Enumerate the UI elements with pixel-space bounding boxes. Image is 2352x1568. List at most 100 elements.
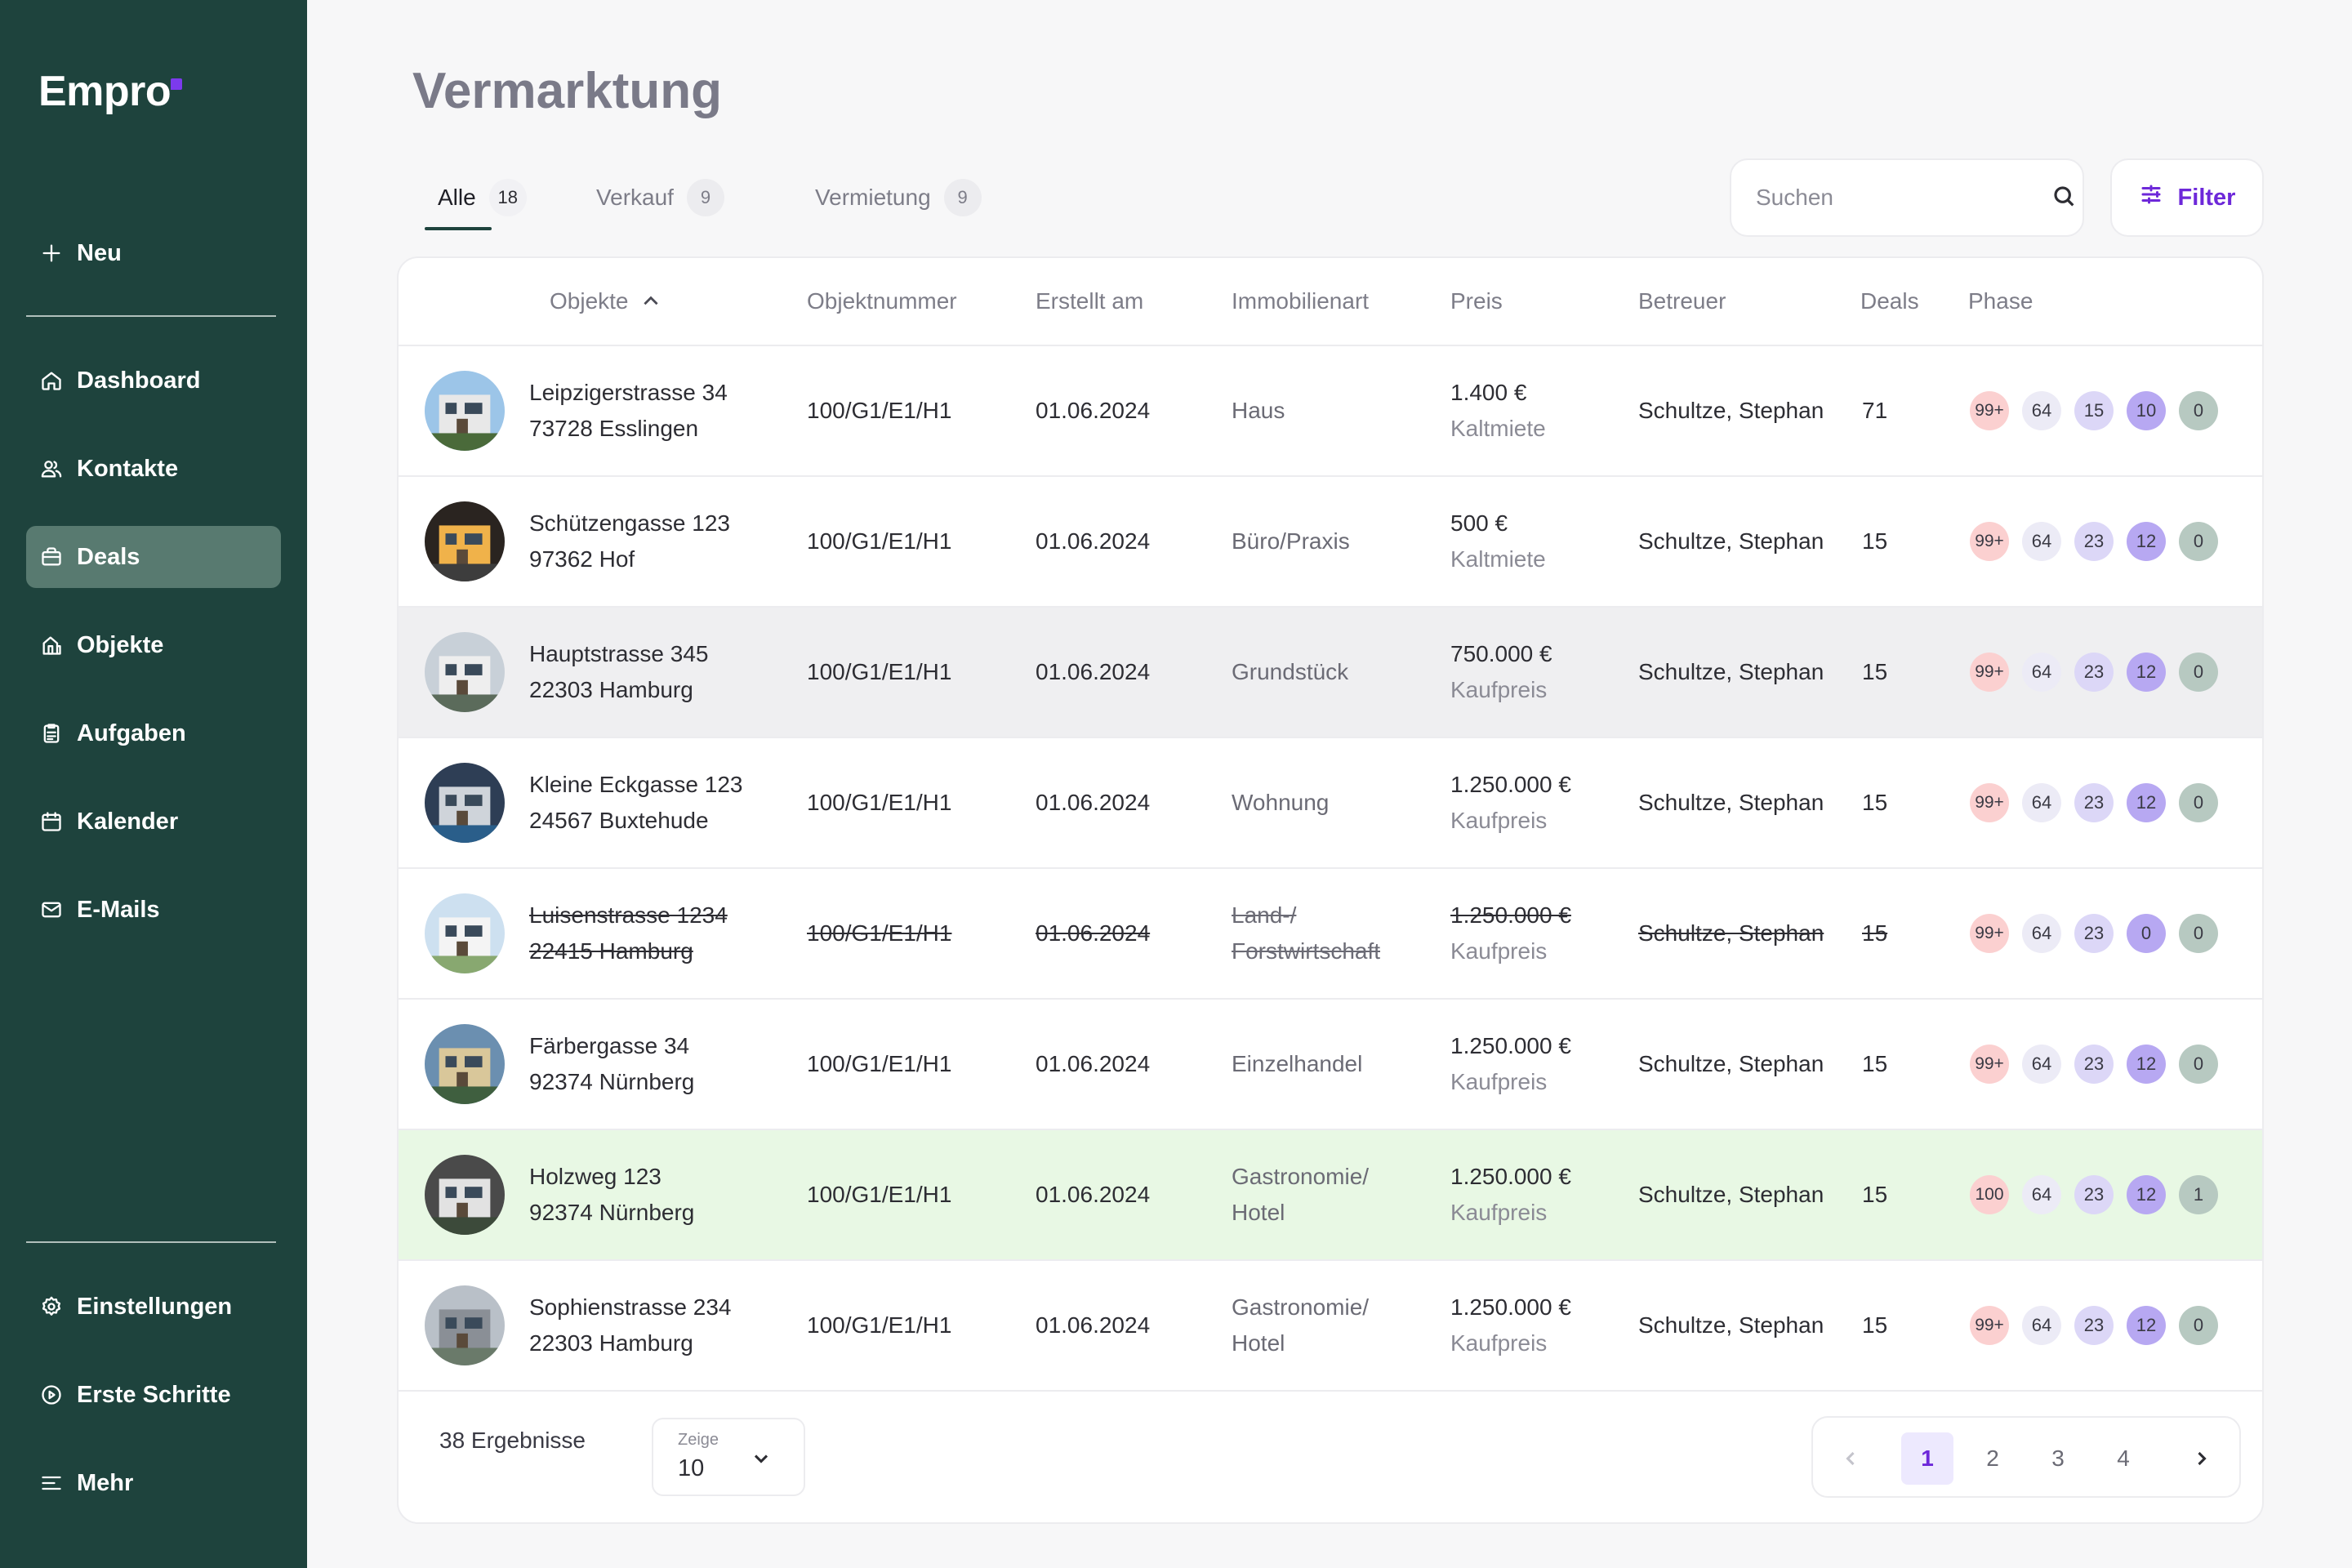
column-header-betreuer[interactable]: Betreuer bbox=[1638, 258, 1726, 345]
search-box[interactable] bbox=[1730, 158, 2084, 237]
table-row[interactable]: Sophienstrasse 234 22303 Hamburg 100/G1/… bbox=[399, 1261, 2262, 1392]
page-button-1[interactable]: 1 bbox=[1901, 1432, 1953, 1485]
phase-badges: 99+ 64 23 12 0 bbox=[1970, 1045, 2218, 1084]
sidebar-item-e-mails[interactable]: E-Mails bbox=[26, 879, 281, 941]
menu-icon bbox=[39, 1471, 64, 1495]
page-size-select[interactable]: Zeige 10 bbox=[652, 1418, 805, 1496]
phase-badge: 23 bbox=[2074, 1306, 2114, 1345]
created-date: 01.06.2024 bbox=[1036, 1051, 1151, 1076]
new-button[interactable]: Neu bbox=[26, 222, 281, 284]
price-value: 1.250.000 € bbox=[1450, 772, 1571, 797]
sidebar-item-label: E-Mails bbox=[77, 896, 160, 923]
tab-alle[interactable]: Alle 18 bbox=[438, 175, 527, 220]
object-street: Färbergasse 34 bbox=[529, 1033, 690, 1058]
property-thumbnail bbox=[425, 632, 505, 712]
tab-label: Vermietung bbox=[815, 185, 931, 210]
object-street: Holzweg 123 bbox=[529, 1164, 662, 1189]
building-icon bbox=[39, 633, 64, 657]
created-date: 01.06.2024 bbox=[1036, 1182, 1151, 1207]
sidebar-item-label: Erste Schritte bbox=[77, 1381, 231, 1408]
price-type: Kaufpreis bbox=[1450, 1200, 1548, 1225]
agent-name: Schultze, Stephan bbox=[1638, 1182, 1824, 1207]
property-thumbnail bbox=[425, 1155, 505, 1235]
object-cell: Holzweg 123 92374 Nürnberg bbox=[529, 1130, 694, 1259]
filter-button[interactable]: Filter bbox=[2110, 158, 2264, 237]
created-date: 01.06.2024 bbox=[1036, 1312, 1151, 1338]
object-street: Luisenstrasse 1234 bbox=[529, 902, 728, 928]
column-header-immobilienart[interactable]: Immobilienart bbox=[1232, 258, 1369, 345]
sidebar-divider bbox=[26, 1241, 276, 1243]
sidebar-item-kalender[interactable]: Kalender bbox=[26, 791, 281, 853]
phase-badge: 0 bbox=[2179, 914, 2218, 953]
price-cell: 1.250.000 € Kaufpreis bbox=[1450, 869, 1571, 998]
house-photo bbox=[425, 371, 505, 451]
table-row[interactable]: Hauptstrasse 345 22303 Hamburg 100/G1/E1… bbox=[399, 608, 2262, 738]
agent-name: Schultze, Stephan bbox=[1638, 528, 1824, 554]
page-button-4[interactable]: 4 bbox=[2097, 1432, 2149, 1485]
table-row[interactable]: Färbergasse 34 92374 Nürnberg 100/G1/E1/… bbox=[399, 1000, 2262, 1130]
phase-badge: 0 bbox=[2179, 522, 2218, 561]
next-page-button[interactable] bbox=[2176, 1432, 2228, 1485]
sidebar-item-einstellungen[interactable]: Einstellungen bbox=[26, 1276, 281, 1338]
phase-badge: 0 bbox=[2179, 1045, 2218, 1084]
previous-page-button[interactable] bbox=[1824, 1432, 1877, 1485]
page-button-3[interactable]: 3 bbox=[2032, 1432, 2084, 1485]
sidebar-item-objekte[interactable]: Objekte bbox=[26, 614, 281, 676]
filter-label: Filter bbox=[2177, 184, 2236, 211]
sidebar-item-deals[interactable]: Deals bbox=[26, 526, 281, 588]
search-icon[interactable] bbox=[2051, 183, 2077, 213]
property-type-cell: Land-/ Forstwirtschaft bbox=[1232, 869, 1380, 998]
column-header-phase[interactable]: Phase bbox=[1968, 258, 2033, 345]
property-type-cell: Einzelhandel bbox=[1232, 1000, 1362, 1129]
object-street: Schützengasse 123 bbox=[529, 510, 730, 536]
tab-vermietung[interactable]: Vermietung 9 bbox=[815, 175, 982, 220]
house-photo bbox=[425, 1024, 505, 1104]
house-photo bbox=[425, 632, 505, 712]
sidebar-item-mehr[interactable]: Mehr bbox=[26, 1452, 281, 1514]
column-header-erstellt[interactable]: Erstellt am bbox=[1036, 258, 1143, 345]
price-type: Kaltmiete bbox=[1450, 416, 1546, 441]
object-street: Kleine Eckgasse 123 bbox=[529, 772, 743, 797]
table-header: Objekte Objektnummer Erstellt am Immobil… bbox=[399, 258, 2262, 346]
phase-badges: 99+ 64 23 12 0 bbox=[1970, 653, 2218, 692]
column-header-deals[interactable]: Deals bbox=[1860, 258, 1919, 345]
price-type: Kaltmiete bbox=[1450, 546, 1546, 572]
agent-name: Schultze, Stephan bbox=[1638, 790, 1824, 815]
sidebar-item-aufgaben[interactable]: Aufgaben bbox=[26, 702, 281, 764]
table-row[interactable]: Kleine Eckgasse 123 24567 Buxtehude 100/… bbox=[399, 738, 2262, 869]
property-type: Gastronomie/ bbox=[1232, 1164, 1370, 1189]
app-logo[interactable]: Empro bbox=[38, 67, 183, 116]
column-header-preis[interactable]: Preis bbox=[1450, 258, 1503, 345]
column-header-objekte[interactable]: Objekte bbox=[550, 258, 662, 345]
tab-verkauf[interactable]: Verkauf 9 bbox=[596, 175, 724, 220]
column-header-objektnummer[interactable]: Objektnummer bbox=[807, 258, 957, 345]
sidebar-item-erste-schritte[interactable]: Erste Schritte bbox=[26, 1364, 281, 1426]
deals-count: 15 bbox=[1862, 1182, 1888, 1207]
sidebar-item-label: Deals bbox=[77, 543, 140, 570]
briefcase-icon bbox=[39, 545, 64, 569]
object-number: 100/G1/E1/H1 bbox=[807, 528, 952, 554]
column-label: Betreuer bbox=[1638, 288, 1726, 314]
table-row[interactable]: Holzweg 123 92374 Nürnberg 100/G1/E1/H1 … bbox=[399, 1130, 2262, 1261]
agent-name: Schultze, Stephan bbox=[1638, 1312, 1824, 1338]
sidebar-item-kontakte[interactable]: Kontakte bbox=[26, 438, 281, 500]
page-size-label: Zeige bbox=[678, 1431, 719, 1449]
table-row[interactable]: Leipzigerstrasse 34 73728 Esslingen 100/… bbox=[399, 346, 2262, 477]
table-row[interactable]: Schützengasse 123 97362 Hof 100/G1/E1/H1… bbox=[399, 477, 2262, 608]
page-button-2[interactable]: 2 bbox=[1967, 1432, 2019, 1485]
search-input[interactable] bbox=[1756, 185, 2051, 211]
pagination: 1 2 3 4 bbox=[1811, 1416, 2241, 1498]
column-label: Phase bbox=[1968, 288, 2034, 314]
phase-badge: 99+ bbox=[1970, 783, 2009, 822]
table-row[interactable]: Luisenstrasse 1234 22415 Hamburg 100/G1/… bbox=[399, 869, 2262, 1000]
property-type: Büro/Praxis bbox=[1232, 528, 1350, 554]
column-label: Preis bbox=[1450, 288, 1503, 314]
price-value: 1.250.000 € bbox=[1450, 1164, 1571, 1189]
object-cell: Hauptstrasse 345 22303 Hamburg bbox=[529, 608, 708, 737]
property-type-cell: Gastronomie/Hotel bbox=[1232, 1261, 1369, 1390]
phase-badges: 99+ 64 15 10 0 bbox=[1970, 391, 2218, 430]
sidebar-item-dashboard[interactable]: Dashboard bbox=[26, 350, 281, 412]
phase-badge: 23 bbox=[2074, 1175, 2114, 1214]
house-photo bbox=[425, 893, 505, 973]
house-photo bbox=[425, 1285, 505, 1365]
